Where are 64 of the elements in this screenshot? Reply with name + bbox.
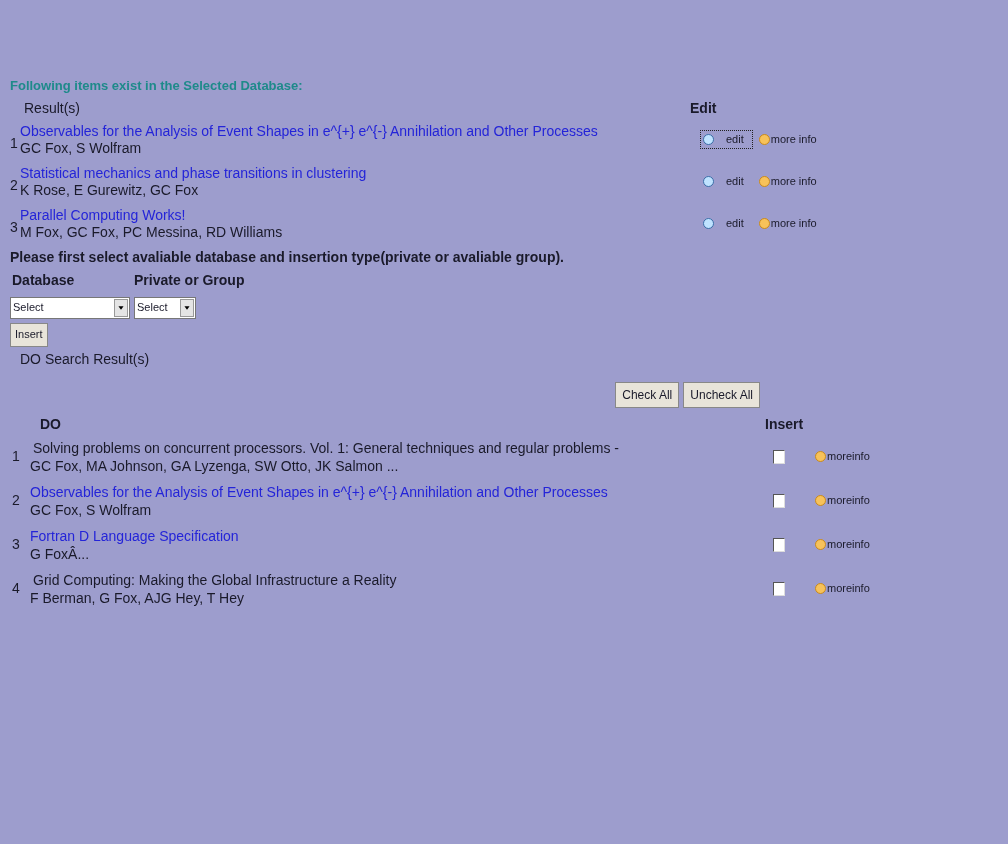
caret-icon (114, 298, 128, 317)
author-list: F Berman, G Fox, AJG Hey, T Hey (30, 588, 773, 607)
select-field[interactable]: Select (10, 296, 130, 319)
bullet-icon (758, 218, 770, 229)
more-info-link[interactable]: more info (770, 131, 817, 148)
instruction-text: Please first select avaliable database and insertion type(private or avaliable group). (10, 247, 565, 267)
more-info-link[interactable]: more info (770, 173, 817, 190)
edit-link[interactable]: edit (726, 131, 744, 148)
column-header: Result(s) (23, 98, 81, 118)
bullet-icon (758, 176, 770, 187)
bullet-icon (703, 218, 714, 229)
insert-button[interactable]: Insert (10, 322, 48, 347)
checkbox[interactable] (773, 537, 785, 552)
column-header: Insert (765, 414, 804, 434)
caret-icon (180, 298, 194, 317)
result-link[interactable]: Statistical mechanics and phase transitions in clustering (20, 164, 700, 182)
column-header: Edit (690, 98, 717, 118)
checkbox[interactable] (773, 581, 785, 596)
result-link[interactable]: Observables for the Analysis of Event Shapes in e^{+} e^{-} Annihilation and Other Processes (20, 122, 700, 140)
bullet-icon (703, 134, 714, 145)
bullet-icon (815, 451, 826, 462)
edit-option[interactable]: edit (700, 130, 753, 149)
field-label: Database (11, 270, 76, 290)
result-title: Grid Computing: Making the Global Infrastructure a Reality (32, 570, 398, 589)
row-number: 1 (11, 447, 21, 466)
section-title: DO Search Result(s) (19, 349, 151, 369)
row-number: 4 (11, 579, 21, 598)
row-number: 2 (10, 176, 19, 195)
author-list: GC Fox, S Wolfram (20, 139, 700, 157)
bullet-icon (703, 176, 714, 187)
result-link[interactable]: Fortran D Language Specification (30, 526, 773, 545)
edit-option[interactable]: edit (700, 214, 753, 233)
more-info-link[interactable]: more info (770, 215, 817, 232)
result-title: Solving problems on concurrent processors. Vol. 1: General techniques and regular problems - (32, 438, 620, 457)
bullet-icon (815, 495, 826, 506)
edit-link[interactable]: edit (726, 173, 744, 190)
result-link[interactable]: Parallel Computing Works! (20, 206, 700, 224)
edit-option[interactable]: edit (700, 172, 753, 191)
bullet-icon (815, 583, 826, 594)
author-list: K Rose, E Gurewitz, GC Fox (20, 181, 700, 199)
author-list: GC Fox, MA Johnson, GA Lyzenga, SW Otto, JK Salmon ... (30, 456, 773, 475)
check-button[interactable]: Check All (615, 381, 680, 408)
bullet-icon (815, 539, 826, 550)
row-number: 3 (11, 535, 21, 554)
row-number: 1 (10, 134, 19, 153)
row-number: 3 (10, 218, 19, 237)
checkbox[interactable] (773, 493, 785, 508)
author-list: M Fox, GC Fox, PC Messina, RD Williams (20, 223, 700, 241)
more-info-link[interactable]: moreinfo (827, 536, 870, 553)
heading: Following items exist in the Selected Database: (10, 77, 304, 95)
author-list: GC Fox, S Wolfram (30, 500, 773, 519)
more-info-link[interactable]: moreinfo (827, 492, 870, 509)
result-link[interactable]: Observables for the Analysis of Event Shapes in e^{+} e^{-} Annihilation and Other Processes (30, 482, 773, 501)
edit-link[interactable]: edit (726, 215, 744, 232)
row-number: 2 (11, 491, 21, 510)
field-label: Private or Group (134, 270, 245, 290)
more-info-link[interactable]: moreinfo (827, 448, 870, 465)
check-button[interactable]: Uncheck All (683, 381, 760, 408)
more-info-link[interactable]: moreinfo (827, 580, 870, 597)
select-field[interactable]: Select (134, 296, 196, 319)
column-header: DO (39, 414, 62, 434)
author-list: G FoxÂ... (30, 544, 773, 563)
checkbox[interactable] (773, 449, 785, 464)
bullet-icon (758, 134, 770, 145)
